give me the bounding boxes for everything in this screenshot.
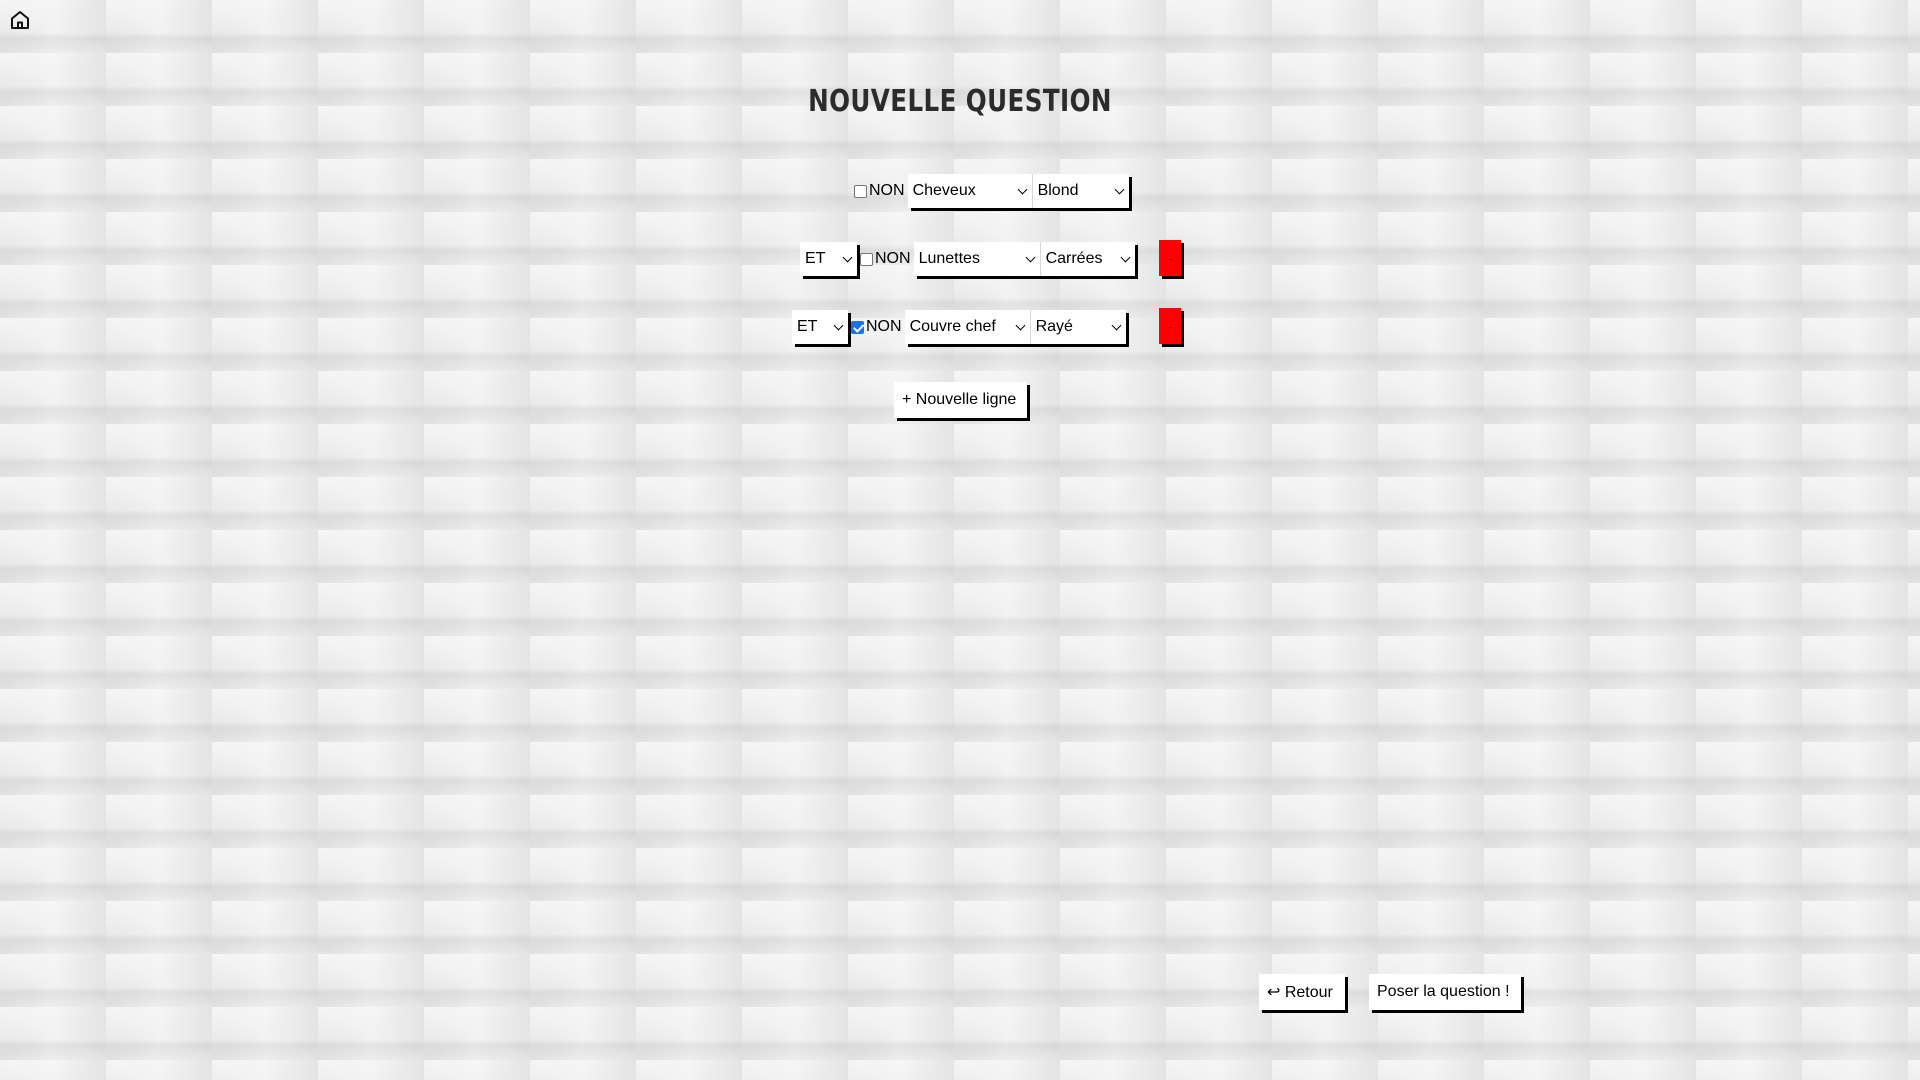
chevron-down-icon <box>1017 184 1028 194</box>
chevron-down-icon <box>1111 320 1122 330</box>
value-select[interactable]: Blond <box>1031 174 1129 208</box>
negation-toggle[interactable]: NON <box>851 318 902 336</box>
delete-row-button[interactable]: - <box>1159 308 1181 344</box>
value-select-value: Carrées <box>1045 250 1103 267</box>
value-select-value: Rayé <box>1035 318 1073 335</box>
negation-checkbox[interactable] <box>851 320 864 334</box>
negation-checkbox[interactable] <box>854 184 867 198</box>
delete-row-button[interactable]: - <box>1159 240 1181 276</box>
chevron-down-icon <box>1114 184 1125 194</box>
attribute-select-value: Couvre chef <box>909 318 996 335</box>
criteria-selects: Lunettes Carrées <box>913 242 1135 276</box>
add-row-button[interactable]: + Nouvelle ligne <box>894 382 1027 418</box>
home-button[interactable] <box>8 8 32 32</box>
value-select[interactable]: Rayé <box>1029 310 1126 344</box>
chevron-down-icon <box>833 320 844 330</box>
chevron-down-icon <box>1025 252 1036 262</box>
connector-select-value: ET <box>797 318 818 335</box>
value-select-value: Blond <box>1037 182 1079 199</box>
negation-toggle[interactable]: NON <box>860 250 911 268</box>
question-row-3: ET NON Couvre chef Rayé <box>792 310 1126 344</box>
attribute-select-value: Lunettes <box>918 250 980 267</box>
connector-select[interactable]: ET <box>800 242 857 276</box>
attribute-select-value: Cheveux <box>912 182 976 199</box>
chevron-down-icon <box>1120 252 1131 262</box>
attribute-select[interactable]: Lunettes <box>913 242 1040 276</box>
connector-select-value: ET <box>805 250 826 267</box>
negation-label: NON <box>875 250 911 267</box>
negation-label: NON <box>866 318 902 335</box>
connector-select[interactable]: ET <box>792 310 848 344</box>
negation-checkbox[interactable] <box>860 252 873 266</box>
criteria-selects: Couvre chef Rayé <box>904 310 1126 344</box>
home-icon <box>11 11 29 29</box>
negation-toggle[interactable]: NON <box>854 182 905 200</box>
criteria-selects: Cheveux Blond <box>907 174 1129 208</box>
value-select[interactable]: Carrées <box>1039 242 1135 276</box>
back-button[interactable]: ↩ Retour <box>1259 974 1345 1010</box>
question-row-1: NON Cheveux Blond <box>851 174 1129 208</box>
question-row-2: ET NON Lunettes Carrées <box>800 242 1135 276</box>
chevron-down-icon <box>842 252 853 262</box>
page-title: NOUVELLE QUESTION <box>808 84 1112 119</box>
attribute-select[interactable]: Cheveux <box>907 174 1032 208</box>
attribute-select[interactable]: Couvre chef <box>904 310 1030 344</box>
submit-question-button[interactable]: Poser la question ! <box>1369 974 1521 1010</box>
chevron-down-icon <box>1015 320 1026 330</box>
negation-label: NON <box>869 182 905 199</box>
